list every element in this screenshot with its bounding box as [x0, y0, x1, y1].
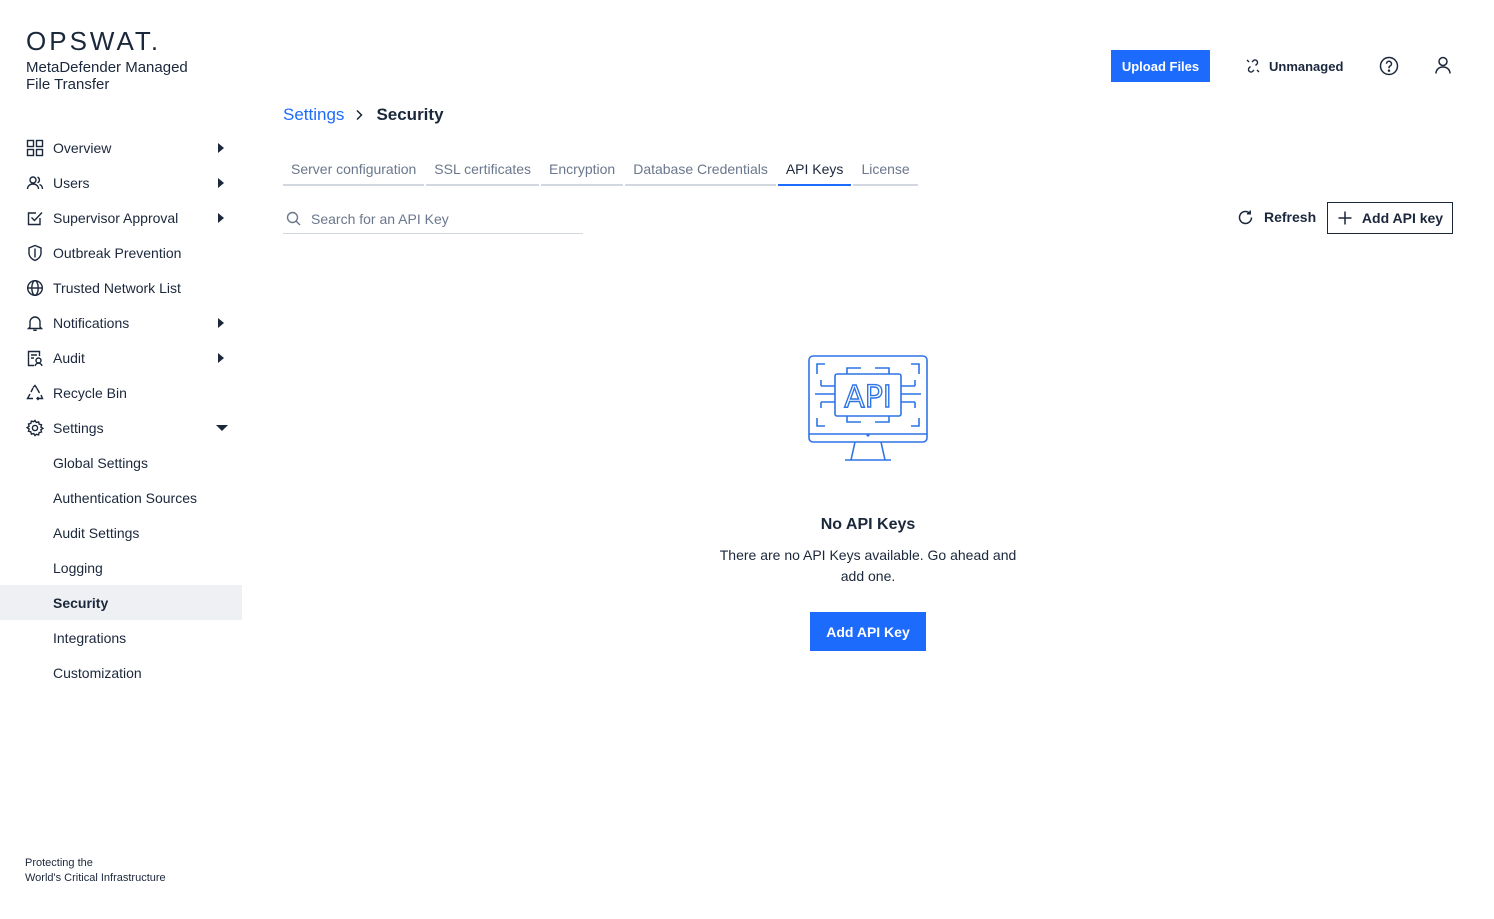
tagline-line-2: World's Critical Infrastructure — [25, 872, 166, 884]
sidebar-item-label: Settings — [53, 419, 104, 436]
sidebar-item-label: Supervisor Approval — [53, 209, 179, 226]
gear-icon — [26, 418, 44, 437]
brand: OPSWAT. MetaDefender Managed File Transf… — [26, 28, 216, 93]
breadcrumb: Settings Security — [283, 104, 444, 126]
tab-license[interactable]: License — [853, 154, 918, 186]
grid-icon — [26, 139, 44, 157]
unmanaged-status-link[interactable]: Unmanaged — [1246, 56, 1343, 76]
caret-right-icon — [218, 177, 224, 188]
sidebar-subitem-customization[interactable]: Customization — [0, 655, 242, 690]
shield-icon — [26, 244, 44, 262]
refresh-label: Refresh — [1264, 209, 1317, 225]
security-tabs: Server configuration SSL certificates En… — [283, 154, 920, 186]
sidebar-nav: Overview Users Supervisor Approval Outbr… — [0, 130, 242, 690]
sidebar-item-supervisor-approval[interactable]: Supervisor Approval — [0, 200, 242, 235]
refresh-button[interactable]: Refresh — [1237, 206, 1316, 228]
plus-icon — [1337, 210, 1353, 226]
sidebar-item-label: Outbreak Prevention — [53, 244, 182, 261]
tab-api-keys[interactable]: API Keys — [777, 154, 852, 186]
upload-files-button[interactable]: Upload Files — [1111, 50, 1210, 82]
sidebar-item-label: Recycle Bin — [53, 384, 127, 401]
search-input[interactable] — [311, 210, 571, 227]
sidebar-item-overview[interactable]: Overview — [0, 130, 242, 165]
unmanaged-label: Unmanaged — [1269, 58, 1344, 74]
add-api-key-label: Add API key — [1361, 210, 1444, 226]
api-monitor-illustration: API — [807, 354, 929, 464]
tagline-line-1: Protecting the — [25, 857, 93, 869]
users-icon — [26, 174, 44, 192]
broken-link-icon — [1246, 59, 1260, 73]
user-profile-icon[interactable] — [1433, 55, 1453, 75]
sidebar-subitem-global-settings[interactable]: Global Settings — [0, 445, 242, 480]
tab-encryption[interactable]: Encryption — [541, 154, 624, 186]
sidebar-item-label: Trusted Network List — [53, 279, 181, 296]
tab-ssl-certificates[interactable]: SSL certificates — [426, 154, 540, 186]
sidebar-item-settings[interactable]: Settings — [0, 410, 242, 445]
approval-icon — [26, 209, 44, 227]
tab-database-credentials[interactable]: Database Credentials — [625, 154, 776, 186]
sidebar-item-label: Audit — [53, 349, 85, 366]
sidebar-subitem-audit-settings[interactable]: Audit Settings — [0, 515, 242, 550]
caret-right-icon — [218, 142, 224, 153]
product-name: MetaDefender Managed File Transfer — [26, 59, 188, 93]
sidebar-subitem-authentication-sources[interactable]: Authentication Sources — [0, 480, 242, 515]
recycle-icon — [26, 383, 44, 402]
add-api-key-primary-button[interactable]: Add API Key — [810, 612, 926, 651]
sidebar-item-outbreak-prevention[interactable]: Outbreak Prevention — [0, 235, 242, 270]
sidebar-subitem-integrations[interactable]: Integrations — [0, 620, 242, 655]
caret-down-icon — [216, 424, 228, 431]
illustration-api-text: API — [844, 380, 891, 415]
sidebar-item-label: Overview — [53, 139, 112, 156]
caret-right-icon — [218, 212, 224, 223]
caret-right-icon — [218, 317, 224, 328]
search-icon — [286, 211, 301, 226]
refresh-icon — [1237, 209, 1254, 226]
breadcrumb-current: Security — [376, 105, 444, 124]
tagline: Protecting the World's Critical Infrastr… — [25, 856, 166, 886]
bell-icon — [26, 314, 44, 332]
sidebar-item-recycle-bin[interactable]: Recycle Bin — [0, 375, 242, 410]
sidebar-item-notifications[interactable]: Notifications — [0, 305, 242, 340]
sidebar-item-label: Notifications — [53, 314, 130, 331]
empty-state-description: There are no API Keys available. Go ahea… — [719, 547, 1017, 584]
sidebar-item-audit[interactable]: Audit — [0, 340, 242, 375]
audit-icon — [26, 349, 44, 367]
caret-right-icon — [218, 352, 224, 363]
tab-server-configuration[interactable]: Server configuration — [283, 154, 425, 186]
opswat-logo[interactable]: OPSWAT. — [26, 28, 216, 54]
empty-state-title: No API Keys — [820, 516, 916, 533]
sidebar-subitem-security[interactable]: Security — [0, 585, 242, 620]
sidebar-item-trusted-network-list[interactable]: Trusted Network List — [0, 270, 242, 305]
api-key-search — [283, 204, 583, 234]
sidebar-item-users[interactable]: Users — [0, 165, 242, 200]
add-api-key-button[interactable]: Add API key — [1327, 202, 1453, 234]
chevron-right-icon — [354, 109, 364, 121]
sidebar-subitem-logging[interactable]: Logging — [0, 550, 242, 585]
help-icon[interactable] — [1379, 56, 1399, 76]
sidebar: OPSWAT. MetaDefender Managed File Transf… — [0, 0, 242, 919]
globe-icon — [26, 279, 44, 297]
breadcrumb-settings-link[interactable]: Settings — [283, 105, 344, 125]
sidebar-item-label: Users — [53, 174, 90, 191]
